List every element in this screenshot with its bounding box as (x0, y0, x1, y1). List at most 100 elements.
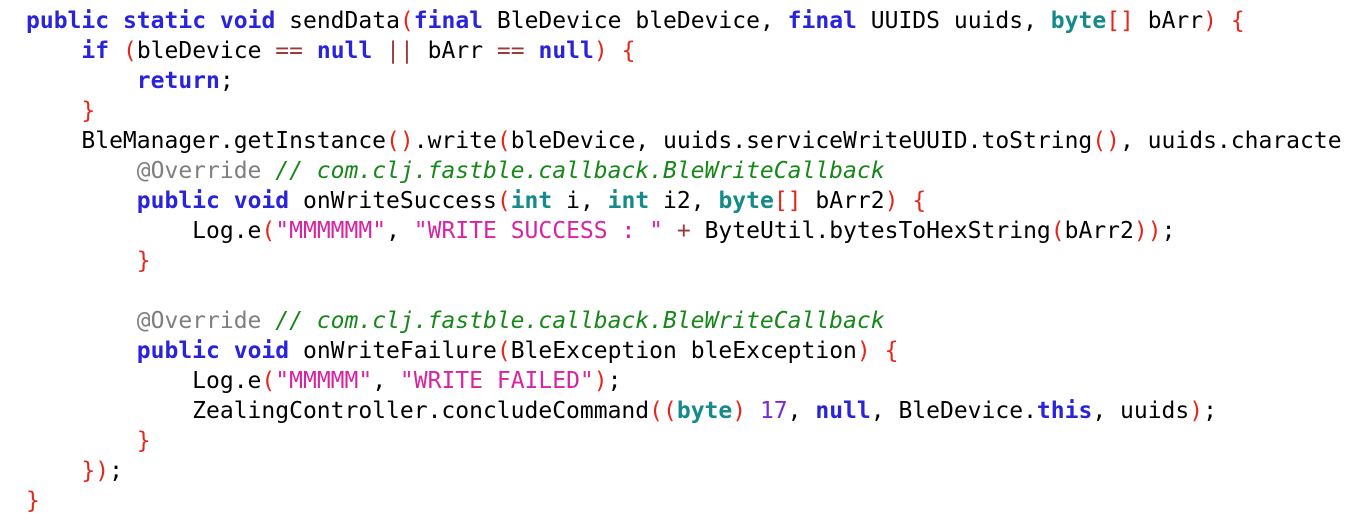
code-token: Log.e (192, 368, 262, 394)
code-line[interactable]: } (26, 486, 1360, 516)
code-line[interactable]: @Override // com.clj.fastble.callback.Bl… (26, 156, 1360, 186)
code-token: return (136, 68, 220, 94)
code-token: final (787, 8, 857, 34)
code-line[interactable]: } (26, 96, 1360, 126)
code-token: , BleDevice. (870, 398, 1037, 424)
code-token: } (136, 248, 151, 274)
code-token: } (81, 98, 96, 124)
code-token: (( (649, 398, 677, 424)
code-token: , (386, 218, 414, 244)
code-editor[interactable]: public static void sendData(final BleDev… (26, 6, 1360, 516)
code-token: null (815, 398, 871, 424)
code-line[interactable]: return; (26, 66, 1360, 96)
code-token: "MMMMMM" (275, 218, 387, 244)
code-token: ; (109, 458, 123, 484)
code-token: @Override (136, 308, 262, 334)
code-token: i2, (649, 188, 719, 214)
code-token: || (386, 38, 414, 64)
code-token: ) (884, 188, 899, 214)
code-token: ZealingController.concludeCommand (192, 398, 650, 424)
code-token: , uuids (1092, 398, 1190, 424)
code-line[interactable]: if (bleDevice == null || bArr == null) { (26, 36, 1360, 66)
code-token: )) (1133, 218, 1162, 244)
code-token: ( (1050, 218, 1065, 244)
code-token: { (621, 38, 636, 64)
code-token: ( (399, 8, 414, 34)
code-token: "MMMMM" (275, 368, 373, 394)
code-token: ; (1161, 218, 1176, 244)
code-token: , (372, 368, 400, 394)
code-token: public (136, 188, 220, 214)
code-token: void (233, 338, 290, 364)
code-token: ( (261, 218, 276, 244)
code-line[interactable]: ZealingController.concludeCommand((byte)… (26, 396, 1360, 426)
code-token: ) (732, 398, 747, 424)
code-token: 17 (759, 398, 788, 424)
code-token: ( (261, 368, 276, 394)
code-token: int (607, 188, 650, 214)
code-line[interactable] (26, 276, 1360, 306)
code-line[interactable]: } (26, 426, 1360, 456)
code-token: == (275, 38, 303, 64)
code-token: , uuids.characte (1119, 128, 1342, 154)
code-line[interactable]: @Override // com.clj.fastble.callback.Bl… (26, 306, 1360, 336)
code-token: void (233, 188, 290, 214)
code-token: BleManager.getInstance (81, 128, 387, 154)
code-line[interactable]: }); (26, 456, 1360, 486)
code-token: ByteUtil.bytesToHexString (690, 218, 1051, 244)
code-line[interactable]: public void onWriteSuccess(int i, int i2… (26, 186, 1360, 216)
code-token: bArr2 (1064, 218, 1134, 244)
code-token: i, (552, 188, 608, 214)
code-token: UUIDS uuids, (856, 8, 1051, 34)
code-token: }) (81, 458, 110, 484)
code-token: [] (1106, 8, 1134, 34)
code-token: void (219, 8, 276, 34)
code-token: { (912, 188, 927, 214)
code-token: byte (676, 398, 733, 424)
code-token: bArr (413, 38, 497, 64)
code-token: ( (496, 338, 511, 364)
code-token: ) (856, 338, 871, 364)
code-token: BleDevice bleDevice, (483, 8, 788, 34)
code-token: this (1036, 398, 1093, 424)
code-token: public (26, 8, 110, 34)
code-token: bleDevice, uuids.serviceWriteUUID.toStri… (510, 128, 1093, 154)
code-token: byte (718, 188, 774, 214)
code-token: ) (1189, 398, 1204, 424)
code-token: ; (607, 368, 622, 394)
code-token: null (538, 38, 594, 64)
code-token: ( (496, 128, 511, 154)
code-line[interactable]: BleManager.getInstance().write(bleDevice… (26, 126, 1360, 156)
code-line[interactable]: public void onWriteFailure(BleException … (26, 336, 1360, 366)
code-token: .write (413, 128, 497, 154)
code-line[interactable]: public static void sendData(final BleDev… (26, 6, 1360, 36)
code-line[interactable]: Log.e("MMMMMM", "WRITE SUCCESS : " + Byt… (26, 216, 1360, 246)
code-token: bArr2 (801, 188, 885, 214)
code-line[interactable]: Log.e("MMMMM", "WRITE FAILED"); (26, 366, 1360, 396)
code-token: Log.e (192, 218, 262, 244)
code-token: ; (219, 68, 234, 94)
code-token: sendData (275, 8, 400, 34)
code-line[interactable]: } (26, 246, 1360, 276)
